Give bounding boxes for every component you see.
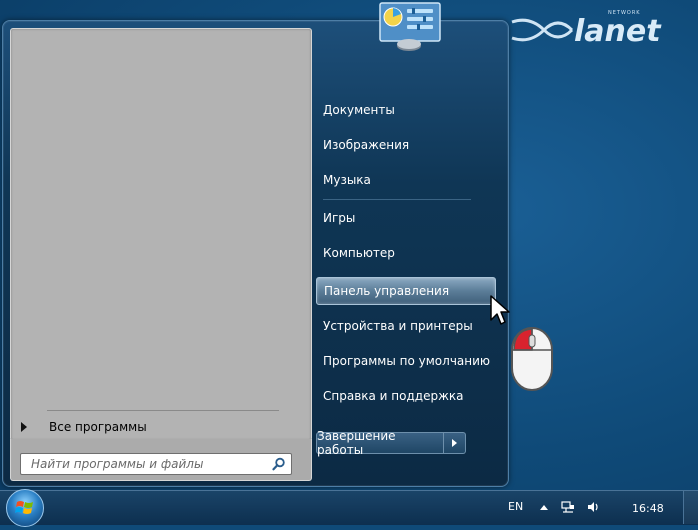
logo-tagline: NETWORK bbox=[608, 10, 641, 16]
search-icon[interactable] bbox=[272, 457, 286, 471]
menu-item-control-panel[interactable]: Панель управления bbox=[316, 277, 496, 305]
logo-text: lanet bbox=[574, 14, 662, 49]
search-input[interactable] bbox=[29, 456, 273, 472]
menu-item-games[interactable]: Игры bbox=[316, 204, 496, 232]
menu-item-computer[interactable]: Компьютер bbox=[316, 239, 496, 267]
chevron-right-icon bbox=[452, 439, 457, 447]
menu-item-label: Документы bbox=[323, 103, 395, 117]
triangle-right-icon bbox=[21, 422, 27, 432]
shutdown-button[interactable]: Завершение работы bbox=[316, 429, 444, 457]
network-icon[interactable] bbox=[561, 500, 575, 514]
all-programs-label: Все программы bbox=[49, 420, 147, 434]
show-hidden-icons-icon[interactable] bbox=[540, 505, 548, 510]
menu-item-label: Компьютер bbox=[323, 246, 395, 260]
show-desktop-button[interactable] bbox=[683, 491, 698, 524]
language-indicator[interactable]: EN bbox=[508, 500, 523, 513]
mouse-left-click-icon bbox=[511, 327, 553, 391]
menu-item-label: Музыка bbox=[323, 173, 371, 187]
menu-item-devices-printers[interactable]: Устройства и принтеры bbox=[316, 312, 496, 340]
speaker-icon[interactable] bbox=[586, 500, 600, 514]
menu-separator bbox=[323, 199, 471, 200]
menu-item-default-programs[interactable]: Программы по умолчанию bbox=[316, 347, 496, 375]
lanet-logo: lanet bbox=[511, 14, 662, 49]
menu-item-label: Справка и поддержка bbox=[323, 389, 464, 403]
menu-item-pictures[interactable]: Изображения bbox=[316, 131, 496, 159]
programs-separator bbox=[47, 410, 279, 411]
menu-item-label: Игры bbox=[323, 211, 356, 225]
clock[interactable]: 16:48 bbox=[632, 502, 664, 515]
menu-item-label: Панель управления bbox=[324, 284, 450, 298]
windows-logo-icon bbox=[15, 501, 33, 514]
control-panel-icon bbox=[379, 2, 441, 51]
search-box[interactable] bbox=[20, 453, 292, 475]
menu-item-music[interactable]: Музыка bbox=[316, 166, 496, 194]
all-programs-button[interactable]: Все программы bbox=[21, 417, 281, 437]
menu-item-help-support[interactable]: Справка и поддержка bbox=[316, 382, 496, 410]
start-button[interactable] bbox=[6, 489, 44, 527]
mouse-pointer-icon bbox=[490, 295, 510, 325]
menu-item-label: Программы по умолчанию bbox=[323, 354, 491, 368]
menu-item-label: Устройства и принтеры bbox=[323, 319, 473, 333]
shutdown-options-button[interactable] bbox=[444, 432, 466, 454]
programs-pane bbox=[10, 28, 312, 441]
menu-item-label: Изображения bbox=[323, 138, 410, 152]
menu-item-documents[interactable]: Документы bbox=[316, 96, 496, 124]
